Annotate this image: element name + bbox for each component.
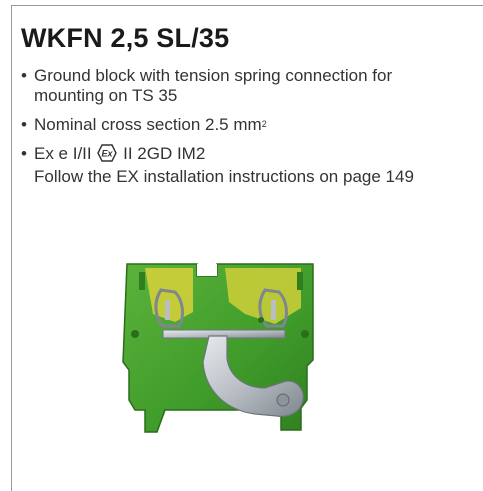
ex-rating-prefix: Ex e I/II [34, 144, 92, 163]
product-title: WKFN 2,5 SL/35 [21, 23, 230, 53]
ex-hexagon-icon: Ex [97, 144, 118, 167]
feature-item-connection: • Ground block with tension spring conne… [21, 66, 481, 106]
feature-list: • Ground block with tension spring conne… [21, 66, 481, 196]
ex-rating-suffix: II 2GD IM2 [123, 144, 206, 163]
feature-text-line-1: Ground block with tension spring connect… [34, 66, 393, 85]
bullet-marker: • [21, 115, 27, 134]
ex-instructions-line: Follow the EX installation instructions … [34, 167, 414, 186]
bullet-marker: • [21, 66, 27, 85]
unit-superscript: 2 [261, 119, 267, 129]
bullet-marker: • [21, 144, 27, 163]
cross-section-text: Nominal cross section 2.5 mm [34, 115, 262, 134]
feature-item-ex-rating: • Ex e I/II Ex II 2GD IM2 Follow the EX … [21, 144, 481, 187]
feature-text-cross-section: Nominal cross section 2.5 mm2 [34, 115, 481, 135]
feature-text-line-2: mounting on TS 35 [34, 86, 178, 105]
feature-item-cross-section: • Nominal cross section 2.5 mm2 [21, 115, 481, 135]
terminal-block-image [105, 250, 335, 445]
feature-text-ex-rating: Ex e I/II Ex II 2GD IM2 [34, 144, 481, 167]
ex-symbol-text: Ex [102, 149, 114, 159]
